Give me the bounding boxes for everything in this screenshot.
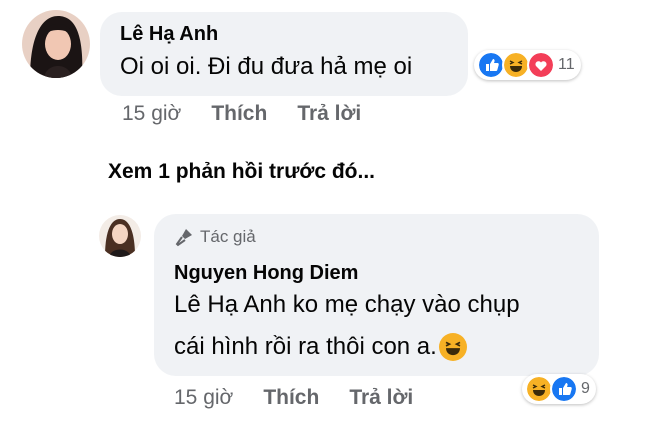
- comment-meta: 15 giờ Thích Trả lời: [122, 102, 361, 126]
- love-icon: [527, 51, 555, 79]
- laughing-emoji-icon: [438, 333, 467, 361]
- comment-reaction-count: 11: [558, 56, 575, 73]
- reply-bubble: Tác giả Nguyen Hong Diem Lê Hạ Anh ko mẹ…: [154, 214, 599, 376]
- reply-text-line2: cái hình rồi ra thôi con a.: [174, 330, 467, 364]
- microphone-icon: [175, 229, 192, 247]
- reply-text: ko mẹ chạy vào chụp: [286, 291, 520, 318]
- comment-author[interactable]: Lê Hạ Anh: [120, 23, 218, 46]
- avatar-image: [22, 10, 90, 78]
- reply-text-continued: cái hình rồi ra thôi con a.: [174, 333, 437, 360]
- comment-reply-button[interactable]: Trả lời: [297, 102, 361, 126]
- avatar-image: [99, 215, 141, 257]
- haha-icon: [525, 375, 553, 403]
- avatar-le-ha-anh[interactable]: [22, 10, 90, 78]
- reply-meta: 15 giờ Thích Trả lời: [174, 386, 413, 410]
- view-previous-replies-link[interactable]: Xem 1 phản hồi trước đó...: [108, 160, 375, 184]
- reply-reply-button[interactable]: Trả lời: [349, 386, 413, 410]
- reply-like-button[interactable]: Thích: [263, 386, 319, 410]
- comment-reactions[interactable]: 11: [474, 50, 581, 80]
- reply-mention[interactable]: Lê Hạ Anh: [174, 291, 286, 318]
- comment-text: Oi oi oi. Đi đu đưa hả mẹ oi: [120, 53, 413, 80]
- reply-author[interactable]: Nguyen Hong Diem: [174, 262, 358, 285]
- comment-like-button[interactable]: Thích: [211, 102, 267, 126]
- like-icon: [477, 51, 505, 79]
- reply-reaction-count: 9: [581, 380, 590, 397]
- reply-reactions[interactable]: 9: [522, 374, 596, 404]
- comment-bubble: Lê Hạ Anh Oi oi oi. Đi đu đưa hả mẹ oi: [100, 12, 468, 96]
- comment-timestamp[interactable]: 15 giờ: [122, 102, 181, 126]
- like-icon: [550, 375, 578, 403]
- avatar-nguyen-hong-diem[interactable]: [99, 215, 141, 257]
- author-badge: Tác giả: [174, 227, 256, 247]
- reply-timestamp[interactable]: 15 giờ: [174, 386, 233, 410]
- haha-icon: [502, 51, 530, 79]
- reply-text-line1: Lê Hạ Anh ko mẹ chạy vào chụp: [174, 288, 520, 322]
- author-badge-label: Tác giả: [200, 227, 256, 246]
